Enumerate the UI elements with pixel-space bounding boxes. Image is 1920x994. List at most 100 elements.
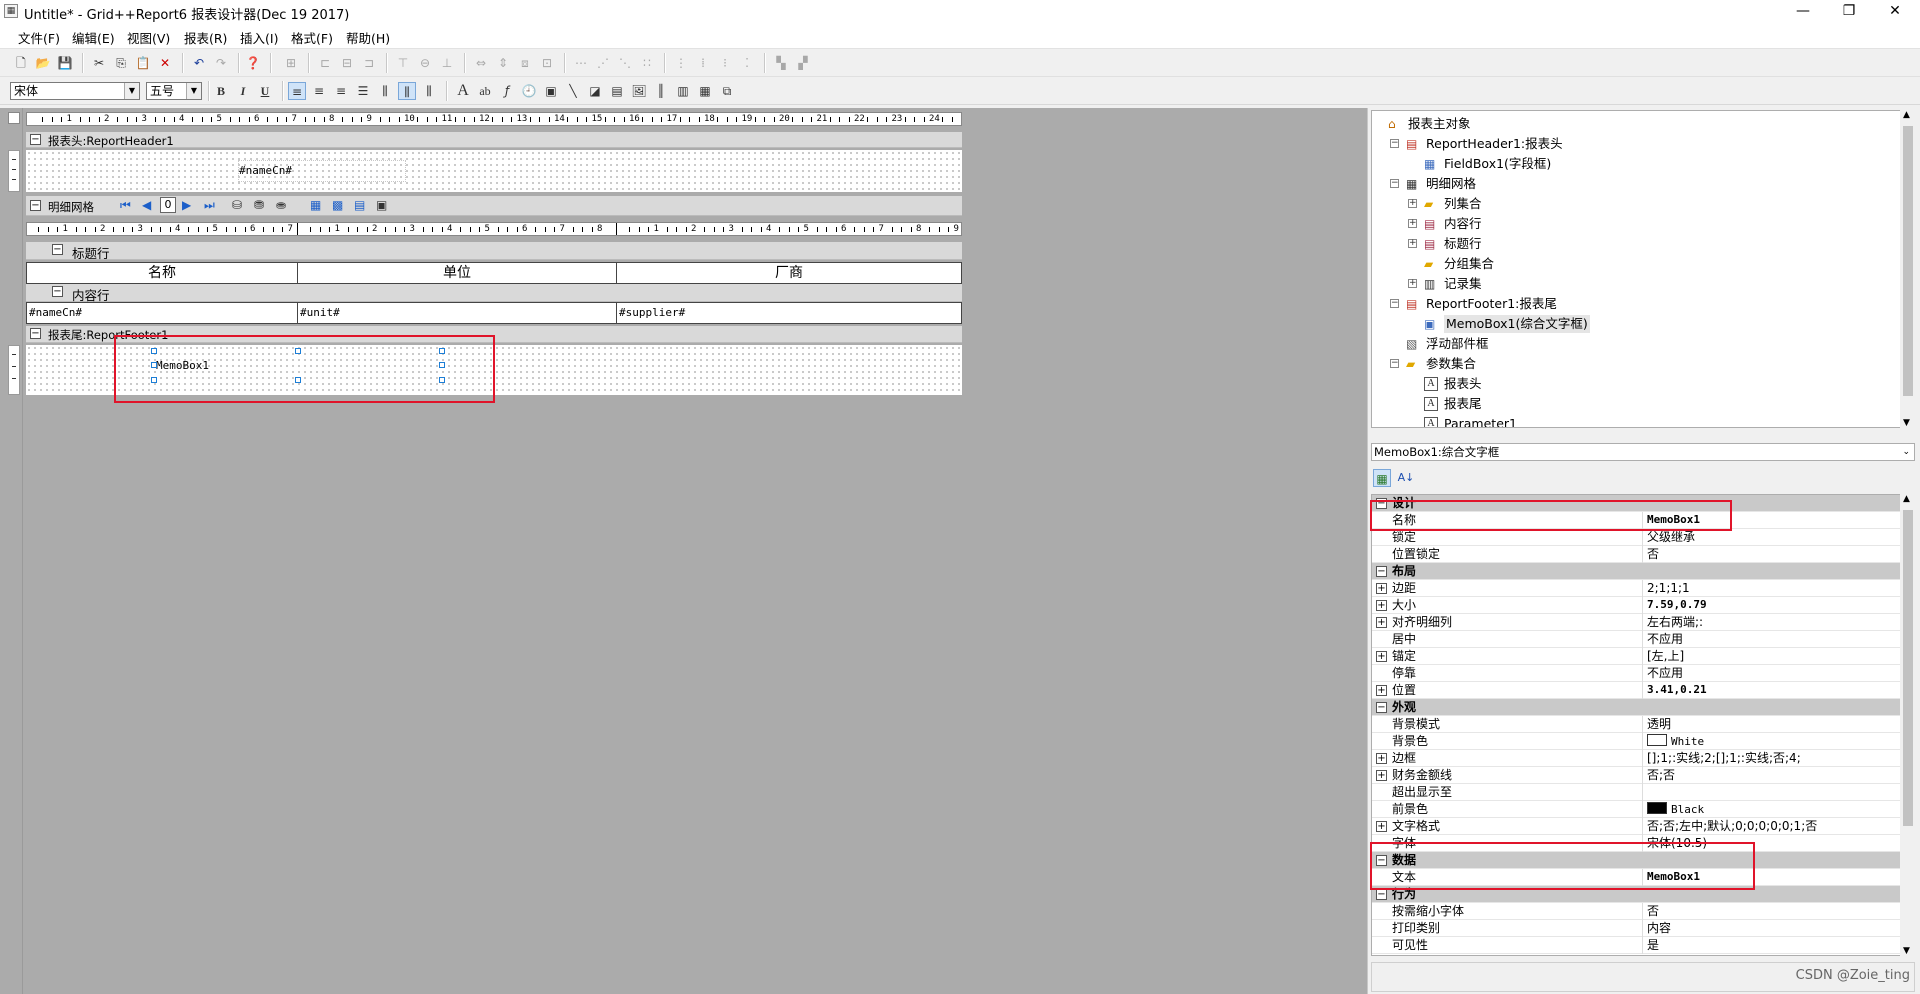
expand-icon[interactable]: + (1408, 239, 1417, 248)
menu-format[interactable]: 格式(F) (291, 28, 333, 47)
h-space-inc-icon[interactable]: ⋰ (594, 54, 612, 72)
expand-icon[interactable]: + (1376, 651, 1387, 662)
property-value[interactable]: 7.59,0.79 (1647, 597, 1707, 613)
expand-icon[interactable]: + (1376, 753, 1387, 764)
property-value[interactable]: 3.41,0.21 (1647, 682, 1707, 698)
property-scrollbar[interactable]: ▲ ▼ (1900, 494, 1916, 956)
property-row[interactable]: + 边框 [];1;:实线;2;[];1;:实线;否;4; (1372, 750, 1900, 767)
h-space-dec-icon[interactable]: ⋱ (616, 54, 634, 72)
menu-insert[interactable]: 插入(I) (240, 28, 278, 47)
memo-box-icon[interactable]: ▣ (542, 82, 560, 100)
tree-scrollbar[interactable]: ▲ ▼ (1900, 110, 1916, 428)
edit-record-icon[interactable]: ⛃ (254, 198, 264, 212)
property-value[interactable]: 不应用 (1647, 631, 1683, 647)
new-file-icon[interactable]: 🗋 (12, 54, 30, 72)
underline-button[interactable]: U (256, 82, 274, 100)
record-number-input[interactable]: 0 (160, 197, 176, 213)
menu-view[interactable]: 视图(V) (127, 28, 170, 47)
grid-settings-icon[interactable]: ▣ (376, 198, 387, 212)
property-row[interactable]: + 位置 3.41,0.21 (1372, 682, 1900, 699)
grid-rows-icon[interactable]: ▤ (354, 198, 365, 212)
collapse-icon[interactable]: − (52, 244, 63, 255)
first-record-icon[interactable]: ⏮ (120, 198, 131, 213)
report-header-area[interactable] (26, 150, 962, 192)
restore-button[interactable]: ❐ (1826, 0, 1872, 24)
scroll-down-icon[interactable]: ▼ (1903, 418, 1910, 428)
report-header-band[interactable]: − 报表头:ReportHeader1 (26, 132, 962, 148)
menu-report[interactable]: 报表(R) (184, 28, 227, 47)
field-box-namecn[interactable]: #nameCn# (238, 160, 406, 182)
property-value[interactable]: [左,上] (1647, 648, 1684, 664)
detail-grid-band[interactable]: − 明细网格 ⏮ ◀ 0 ▶ ⏭ ⛁ ⛃ ⛂ ▦ ▩ ▤ ▣ (26, 196, 962, 216)
property-row[interactable]: + 文字格式 否;否;左中;默认;0;0;0;0;0;1;否 (1372, 818, 1900, 835)
static-text-icon[interactable]: A (454, 82, 472, 100)
object-selector[interactable]: MemoBox1:综合文字框 ⌄ (1371, 443, 1915, 461)
property-row[interactable]: 锁定 父级继承 (1372, 529, 1900, 546)
v-space-remove-icon[interactable]: ⁚ (738, 54, 756, 72)
expand-icon[interactable]: + (1376, 685, 1387, 696)
property-row[interactable]: + 边距 2;1;1;1 (1372, 580, 1900, 597)
delete-icon[interactable]: ✕ (156, 54, 174, 72)
paste-icon[interactable]: 📋 (134, 54, 152, 72)
column-header-unit[interactable]: 单位 (297, 262, 617, 284)
expand-icon[interactable]: + (1376, 583, 1387, 594)
collapse-icon[interactable]: − (30, 200, 41, 211)
align-middle-icon[interactable]: ⊖ (416, 54, 434, 72)
same-width-icon[interactable]: ⇔ (472, 54, 490, 72)
text-align-left-icon[interactable]: ≡ (288, 82, 306, 100)
text-justify-icon[interactable]: ☰ (354, 82, 372, 100)
collapse-icon[interactable]: − (1376, 702, 1387, 713)
line-icon[interactable]: ╲ (564, 82, 582, 100)
font-name-select[interactable]: 宋体 ▼ (10, 82, 140, 100)
property-row[interactable]: 超出显示至 (1372, 784, 1900, 801)
property-value[interactable]: Black (1647, 801, 1704, 818)
scroll-up-icon[interactable]: ▲ (1903, 494, 1910, 504)
expand-icon[interactable]: + (1408, 219, 1417, 228)
grid-layout-icon[interactable]: ▦ (310, 198, 321, 212)
align-top-icon[interactable]: ⊤ (394, 54, 412, 72)
text-align-center-icon[interactable]: ≡ (310, 82, 328, 100)
barcode-icon[interactable]: ║ (652, 82, 670, 100)
v-align-top-icon[interactable]: ⫼ (376, 82, 394, 100)
delete-record-icon[interactable]: ⛂ (276, 198, 286, 212)
property-value[interactable]: 2;1;1;1 (1647, 580, 1690, 596)
h-space-remove-icon[interactable]: ∷ (638, 54, 656, 72)
property-value[interactable]: 否 (1647, 546, 1659, 562)
expand-icon[interactable]: + (1408, 199, 1417, 208)
help-icon[interactable]: ❓ (244, 54, 262, 72)
size-to-grid-icon[interactable]: ⊡ (538, 54, 556, 72)
v-space-equal-icon[interactable]: ⋮ (672, 54, 690, 72)
chart-icon[interactable]: ▥ (674, 82, 692, 100)
menu-help[interactable]: 帮助(H) (346, 28, 390, 47)
property-value[interactable]: 父级继承 (1647, 529, 1695, 545)
property-category[interactable]: − 外观 (1372, 699, 1900, 716)
subreport-icon[interactable]: ⧉ (718, 82, 736, 100)
property-value[interactable]: 是 (1647, 937, 1659, 953)
copy-icon[interactable]: ⎘ (112, 54, 130, 72)
align-bottom-icon[interactable]: ⊥ (438, 54, 456, 72)
property-row[interactable]: 打印类别 内容 (1372, 920, 1900, 937)
property-value[interactable]: 透明 (1647, 716, 1671, 732)
expand-icon[interactable]: + (1376, 617, 1387, 628)
collapse-icon[interactable]: − (30, 328, 41, 339)
align-left-icon[interactable]: ⊏ (316, 54, 334, 72)
prev-record-icon[interactable]: ◀ (142, 198, 151, 212)
h-space-equal-icon[interactable]: ⋯ (572, 54, 590, 72)
bring-front-icon[interactable]: ▚ (772, 54, 790, 72)
expand-icon[interactable]: + (1376, 821, 1387, 832)
last-record-icon[interactable]: ⏭ (204, 198, 215, 213)
send-back-icon[interactable]: ▞ (794, 54, 812, 72)
property-value[interactable]: 内容 (1647, 920, 1671, 936)
property-row[interactable]: 背景模式 透明 (1372, 716, 1900, 733)
property-row[interactable]: + 对齐明细列 左右两端;: (1372, 614, 1900, 631)
expand-icon[interactable]: + (1376, 770, 1387, 781)
categorized-icon[interactable]: ▦ (1373, 469, 1391, 487)
property-category[interactable]: − 布局 (1372, 563, 1900, 580)
scroll-up-icon[interactable]: ▲ (1903, 110, 1910, 120)
title-row-band[interactable]: − 标题行 (26, 242, 962, 261)
save-icon[interactable]: 💾 (56, 54, 74, 72)
picture-icon[interactable]: 🖼 (630, 82, 648, 100)
property-value[interactable]: 不应用 (1647, 665, 1683, 681)
close-button[interactable]: ✕ (1872, 0, 1918, 24)
alphabetical-icon[interactable]: A↓ (1397, 469, 1415, 487)
